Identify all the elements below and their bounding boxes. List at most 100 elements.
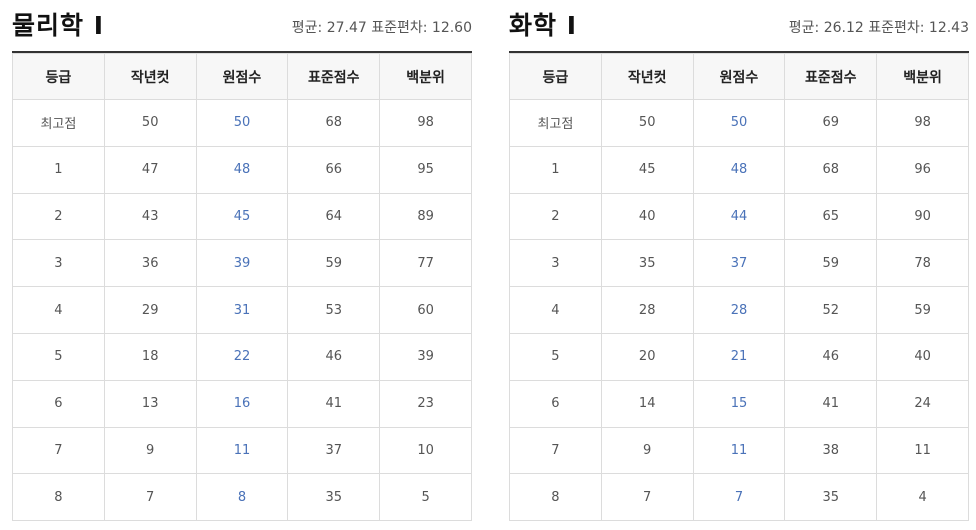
grade-cell: 최고점 — [509, 99, 602, 147]
last-year-cut-cell: 47 — [103, 145, 197, 194]
raw-score-cell: 44 — [692, 192, 786, 241]
grade-cell: 4 — [12, 286, 105, 334]
grade-cell: 2 — [12, 192, 105, 241]
grade-cell: 3 — [12, 239, 105, 288]
last-year-cut-cell: 7 — [103, 473, 197, 522]
percentile-cell: 10 — [379, 426, 472, 475]
percentile-cell: 78 — [876, 239, 969, 288]
grade-cell: 6 — [509, 379, 602, 428]
percentile-cell: 4 — [876, 473, 969, 522]
col-header: 백분위 — [379, 53, 472, 100]
raw-score-cell: 50 — [195, 99, 289, 147]
standard-score-cell: 46 — [784, 332, 878, 381]
standard-score-cell: 46 — [287, 332, 381, 381]
table-row: 4 28 28 52 59 — [509, 286, 969, 334]
percentile-cell: 98 — [876, 99, 969, 147]
raw-score-cell: 11 — [692, 426, 786, 475]
table-row: 2 40 44 65 90 — [509, 192, 969, 241]
percentile-cell: 60 — [379, 286, 472, 334]
last-year-cut-cell: 13 — [103, 379, 197, 428]
percentile-cell: 95 — [379, 145, 472, 194]
standard-score-cell: 38 — [784, 426, 878, 475]
last-year-cut-cell: 7 — [600, 473, 694, 522]
table-row: 3 36 39 59 77 — [12, 239, 472, 288]
standard-score-cell: 65 — [784, 192, 878, 241]
standard-score-cell: 59 — [784, 239, 878, 288]
grade-cell: 1 — [12, 145, 105, 194]
panel-physics: 물리학 Ⅰ 평균: 27.47 표준편차: 12.60 등급 작년컷 원점수 표… — [12, 0, 472, 522]
table-row: 5 20 21 46 40 — [509, 332, 969, 381]
last-year-cut-cell: 9 — [600, 426, 694, 475]
grade-cell: 5 — [12, 332, 105, 381]
standard-score-cell: 69 — [784, 99, 878, 147]
percentile-cell: 98 — [379, 99, 472, 147]
table-row: 3 35 37 59 78 — [509, 239, 969, 288]
panel-title: 물리학 Ⅰ — [12, 11, 105, 40]
table-row: 7 9 11 38 11 — [509, 426, 969, 475]
grade-cell: 2 — [509, 192, 602, 241]
table-row: 1 45 48 68 96 — [509, 145, 969, 194]
last-year-cut-cell: 9 — [103, 426, 197, 475]
standard-score-cell: 64 — [287, 192, 381, 241]
percentile-cell: 77 — [379, 239, 472, 288]
table-row: 2 43 45 64 89 — [12, 192, 472, 241]
last-year-cut-cell: 43 — [103, 192, 197, 241]
standard-score-cell: 41 — [287, 379, 381, 428]
table-row: 5 18 22 46 39 — [12, 332, 472, 381]
col-header: 원점수 — [195, 53, 289, 100]
grade-cell: 4 — [509, 286, 602, 334]
table-row: 4 29 31 53 60 — [12, 286, 472, 334]
raw-score-cell: 11 — [195, 426, 289, 475]
grade-cell: 7 — [12, 426, 105, 475]
raw-score-cell: 16 — [195, 379, 289, 428]
table-row: 최고점 50 50 68 98 — [12, 99, 472, 147]
col-header: 백분위 — [876, 53, 969, 100]
percentile-cell: 24 — [876, 379, 969, 428]
panel-header: 화학 Ⅰ 평균: 26.12 표준편차: 12.43 — [509, 0, 969, 53]
raw-score-cell: 48 — [692, 145, 786, 194]
percentile-cell: 59 — [876, 286, 969, 334]
table-row: 8 7 8 35 5 — [12, 473, 472, 522]
raw-score-cell: 37 — [692, 239, 786, 288]
score-table: 등급 작년컷 원점수 표준점수 백분위 최고점 50 50 68 98 1 47 48 66 95… — [12, 53, 472, 522]
raw-score-cell: 45 — [195, 192, 289, 241]
percentile-cell: 89 — [379, 192, 472, 241]
panel-title: 화학 Ⅰ — [509, 11, 578, 40]
panel-chemistry: 화학 Ⅰ 평균: 26.12 표준편차: 12.43 등급 작년컷 원점수 표준… — [509, 0, 969, 522]
last-year-cut-cell: 35 — [600, 239, 694, 288]
raw-score-cell: 21 — [692, 332, 786, 381]
col-header: 등급 — [12, 53, 105, 100]
table-row: 7 9 11 37 10 — [12, 426, 472, 475]
table-body: 최고점 50 50 68 98 1 47 48 66 95 2 43 45 64 89 3 36 39 59 77 4 2… — [12, 99, 472, 522]
standard-score-cell: 35 — [287, 473, 381, 522]
raw-score-cell: 31 — [195, 286, 289, 334]
percentile-cell: 40 — [876, 332, 969, 381]
col-header: 작년컷 — [103, 53, 197, 100]
table-body: 최고점 50 50 69 98 1 45 48 68 96 2 40 44 65 90 3 35 37 59 78 4 2… — [509, 99, 969, 522]
percentile-cell: 39 — [379, 332, 472, 381]
standard-score-cell: 37 — [287, 426, 381, 475]
table-header-row: 등급 작년컷 원점수 표준점수 백분위 — [12, 53, 472, 100]
standard-score-cell: 41 — [784, 379, 878, 428]
grade-cell: 5 — [509, 332, 602, 381]
last-year-cut-cell: 50 — [600, 99, 694, 147]
percentile-cell: 23 — [379, 379, 472, 428]
col-header: 작년컷 — [600, 53, 694, 100]
percentile-cell: 5 — [379, 473, 472, 522]
table-header-row: 등급 작년컷 원점수 표준점수 백분위 — [509, 53, 969, 100]
last-year-cut-cell: 45 — [600, 145, 694, 194]
last-year-cut-cell: 40 — [600, 192, 694, 241]
raw-score-cell: 48 — [195, 145, 289, 194]
grade-cell: 6 — [12, 379, 105, 428]
col-header: 표준점수 — [784, 53, 878, 100]
standard-score-cell: 66 — [287, 145, 381, 194]
last-year-cut-cell: 28 — [600, 286, 694, 334]
standard-score-cell: 59 — [287, 239, 381, 288]
standard-score-cell: 35 — [784, 473, 878, 522]
standard-score-cell: 68 — [287, 99, 381, 147]
last-year-cut-cell: 29 — [103, 286, 197, 334]
raw-score-cell: 39 — [195, 239, 289, 288]
standard-score-cell: 52 — [784, 286, 878, 334]
panel-stats: 평균: 26.12 표준편차: 12.43 — [788, 20, 969, 36]
col-header: 등급 — [509, 53, 602, 100]
